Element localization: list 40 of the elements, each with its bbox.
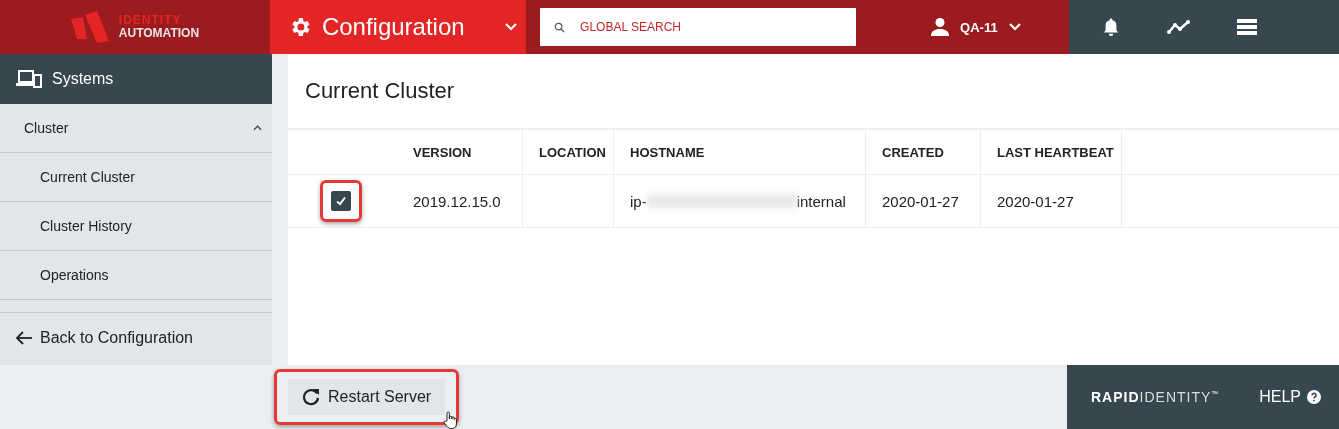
table-cell: 2019.12.15.0 (413, 192, 501, 210)
hand-cursor-icon (443, 411, 458, 429)
refresh-icon (302, 388, 320, 406)
search-icon (554, 21, 566, 33)
trend-line-icon (1166, 20, 1191, 34)
devices-icon (16, 70, 42, 88)
arrow-left-icon (16, 331, 32, 345)
help-icon (1307, 390, 1321, 404)
chevron-down-icon (1007, 22, 1022, 32)
sidebar-title: Systems (52, 70, 114, 88)
user-menu[interactable]: QA-11 (930, 0, 1069, 54)
chevron-up-icon (253, 125, 262, 131)
list-icon (1236, 19, 1257, 35)
table-cell: 2020-01-27 (882, 192, 959, 210)
sidebar-item[interactable]: Operations (0, 251, 272, 299)
check-icon (334, 195, 347, 207)
page-title: Current Cluster (288, 54, 1339, 130)
sidebar-item[interactable]: Current Cluster (0, 153, 272, 202)
logo-text: AUTOMATION (118, 27, 200, 40)
back-link[interactable]: Back to Configuration (0, 312, 272, 363)
column-header: CREATED (866, 130, 981, 174)
table-cell: ip- (630, 192, 647, 210)
table-cell: 2020-01-27 (997, 192, 1074, 210)
column-header: VERSION (397, 130, 523, 174)
column-header: LOCATION (523, 130, 614, 174)
section-menu[interactable]: Configuration (269, 0, 527, 54)
logo-text: IDENTITY (118, 14, 183, 27)
help-link[interactable]: HELP (1253, 387, 1327, 407)
bell-icon (1101, 17, 1120, 37)
person-icon (930, 17, 951, 37)
sidebar-item[interactable]: Cluster History (0, 202, 272, 251)
column-header: LAST HEARTBEAT (981, 130, 1122, 174)
table-cell: internal (796, 192, 846, 210)
brand-logo: RAPIDIDENTITY$^{™}$ (1091, 389, 1220, 405)
chevron-down-icon (504, 22, 519, 32)
sidebar-group[interactable]: Cluster (0, 104, 272, 153)
checkbox[interactable] (330, 191, 351, 211)
logo-icon (70, 11, 111, 43)
column-header: HOSTNAME (614, 130, 866, 174)
restart-button[interactable]: Restart Server (288, 379, 446, 415)
